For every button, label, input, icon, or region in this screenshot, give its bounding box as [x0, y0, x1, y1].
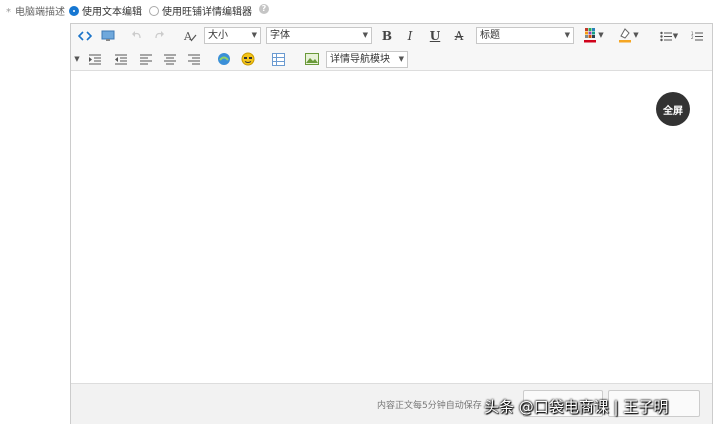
undo-icon[interactable] — [130, 27, 144, 45]
font-family-select[interactable]: 字体 ▼ — [266, 27, 372, 44]
radio-selected-indicator[interactable] — [69, 5, 79, 16]
heading-select[interactable]: 标题 ▼ — [476, 27, 574, 44]
link-icon[interactable] — [216, 50, 232, 68]
source-code-icon[interactable] — [77, 27, 93, 45]
rich-text-editor: A 大小 ▼ 字体 ▼ B I U A 标题 ▼ ▼ ▼ ▼ 1 2 ▼ 详情导… — [70, 23, 713, 424]
unordered-list-icon[interactable]: ▼ — [656, 27, 682, 45]
watermark: 头条 @口袋电商课 | 王子明 — [484, 398, 669, 416]
svg-text:2: 2 — [691, 35, 694, 40]
editor-toolbar: A 大小 ▼ 字体 ▼ B I U A 标题 ▼ ▼ ▼ ▼ 1 2 ▼ 详情导… — [71, 24, 712, 71]
radio-shop-detail-editor[interactable]: 使用旺铺详情编辑器 — [149, 3, 252, 18]
radio-text-editor[interactable]: 使用文本编辑 — [69, 3, 142, 18]
text-color-button[interactable]: ▼ — [579, 26, 607, 44]
align-left-icon[interactable] — [139, 50, 153, 68]
fullscreen-button[interactable]: 全屏 — [656, 92, 690, 126]
autosave-status: 内容正文每5分钟自动保存 — [377, 401, 482, 411]
italic-button[interactable]: I — [403, 27, 417, 45]
detail-nav-module-select[interactable]: 详情导航模块 ▼ — [326, 51, 408, 68]
highlight-color-button[interactable]: ▼ — [613, 26, 643, 44]
editor-content-area[interactable]: 全屏 — [71, 71, 712, 384]
underline-button[interactable]: U — [428, 27, 442, 45]
preview-icon[interactable] — [100, 27, 116, 45]
clear-format-icon[interactable]: A — [182, 27, 198, 45]
font-size-select[interactable]: 大小 ▼ — [204, 27, 261, 44]
outdent-icon[interactable] — [114, 50, 128, 68]
table-icon[interactable] — [270, 50, 286, 68]
bold-button[interactable]: B — [380, 27, 394, 45]
image-icon[interactable] — [304, 50, 320, 68]
redo-icon[interactable] — [152, 27, 166, 45]
description-label: * 电脑端描述 — [6, 7, 65, 18]
description-mode-row: * 电脑端描述 使用文本编辑 使用旺铺详情编辑器 ? — [0, 0, 720, 20]
radio-unselected-indicator[interactable] — [149, 5, 159, 16]
align-right-icon[interactable] — [187, 50, 201, 68]
strikethrough-button[interactable]: A — [452, 27, 466, 45]
ordered-list-icon[interactable]: 12 — [689, 27, 705, 45]
align-center-icon[interactable] — [163, 50, 177, 68]
row-caret-icon[interactable]: ▼ — [73, 50, 81, 68]
indent-icon[interactable] — [88, 50, 102, 68]
emoji-icon[interactable] — [240, 50, 256, 68]
question-icon[interactable]: ? — [259, 4, 269, 14]
